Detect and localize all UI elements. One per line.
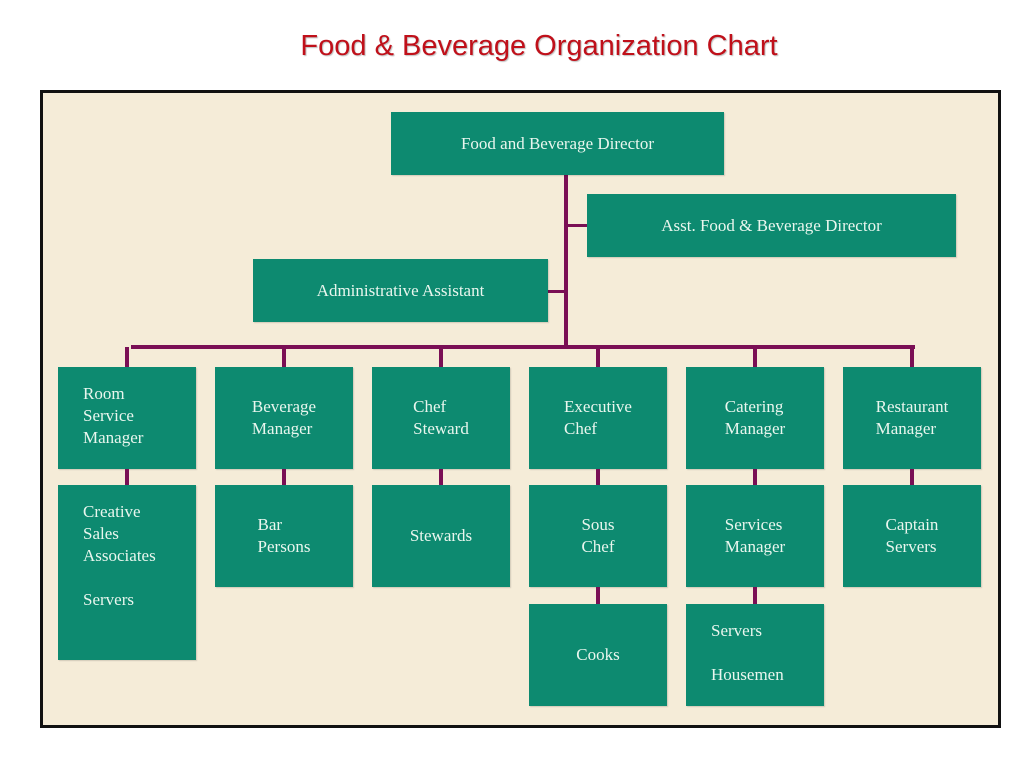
box-label-line: Captain (885, 515, 939, 534)
connector-report (439, 469, 443, 485)
connector-drop (910, 347, 914, 367)
connector-drop (596, 347, 600, 367)
box-label-line: Creative (83, 502, 141, 521)
box-department-manager: Chef Steward (372, 367, 510, 469)
box-report: Sous Chef (529, 485, 667, 587)
box-report: Bar Persons (215, 485, 353, 587)
box-label-line: Manager (83, 428, 144, 447)
box-label-line: Chef (413, 397, 447, 416)
connector-trunk (564, 175, 568, 348)
box-label-line: Restaurant (875, 397, 949, 416)
connector-report (596, 469, 600, 485)
box-label-line: Services (724, 515, 783, 534)
box-label: Asst. Food & Beverage Director (661, 215, 882, 235)
box-label: Administrative Assistant (316, 280, 485, 300)
box-label-line: Associates (83, 546, 156, 565)
connector-drop (282, 347, 286, 367)
box-label-line: Chef (564, 419, 598, 438)
box-label-line: Servers (83, 590, 134, 609)
box-department-manager: Beverage Manager (215, 367, 353, 469)
box-report: Cooks (529, 604, 667, 706)
box-label: Food and Beverage Director (460, 133, 655, 153)
box-label-line: Bar (257, 515, 283, 534)
box-report: Captain Servers (843, 485, 981, 587)
box-department-manager: Restaurant Manager (843, 367, 981, 469)
box-report: Servers Housemen (686, 604, 824, 706)
box-label-line: Cooks (576, 645, 620, 664)
connector-bus (131, 345, 915, 349)
box-label-line: Executive (564, 397, 632, 416)
box-department-manager: Executive Chef (529, 367, 667, 469)
box-label-line: Beverage (251, 397, 317, 416)
box-label-line: Manager (875, 419, 937, 438)
connector-drop (439, 347, 443, 367)
box-label-line: Manager (251, 419, 313, 438)
connector-admin (548, 290, 566, 293)
connector-report (910, 469, 914, 485)
box-assistant-director: Asst. Food & Beverage Director (587, 194, 956, 257)
box-label-line: Stewards (409, 526, 473, 545)
box-label-line: Steward (413, 419, 469, 438)
box-department-manager: Room Service Manager (58, 367, 196, 469)
box-label-line: Servers (885, 537, 937, 556)
box-label-line: Housemen (711, 665, 784, 684)
connector-drop (125, 347, 129, 367)
box-label-line: Service (83, 406, 134, 425)
connector-report (125, 469, 129, 485)
box-admin-assistant: Administrative Assistant (253, 259, 548, 322)
box-label-line: Persons (257, 537, 311, 556)
box-report: Creative Sales Associates Servers (58, 485, 196, 660)
box-label-line (83, 567, 186, 589)
box-label-line: Sales (83, 524, 119, 543)
box-label-line: Catering (724, 397, 784, 416)
box-report: Stewards (372, 485, 510, 587)
connector-report (753, 587, 757, 604)
box-report: Services Manager (686, 485, 824, 587)
box-label-line: Manager (724, 537, 786, 556)
box-director: Food and Beverage Director (391, 112, 724, 175)
connector-report (282, 469, 286, 485)
box-label-line: Room (83, 384, 125, 403)
box-label-line: Sous (581, 515, 615, 534)
connector-asst (566, 224, 587, 227)
box-label-line: Manager (724, 419, 786, 438)
box-department-manager: Catering Manager (686, 367, 824, 469)
box-label-line (711, 642, 814, 664)
connector-report (596, 587, 600, 604)
chart-title: Food & Beverage Organization Chart (300, 30, 778, 62)
connector-report (753, 469, 757, 485)
box-label-line: Servers (711, 621, 762, 640)
box-label-line: Chef (581, 537, 615, 556)
connector-drop (753, 347, 757, 367)
